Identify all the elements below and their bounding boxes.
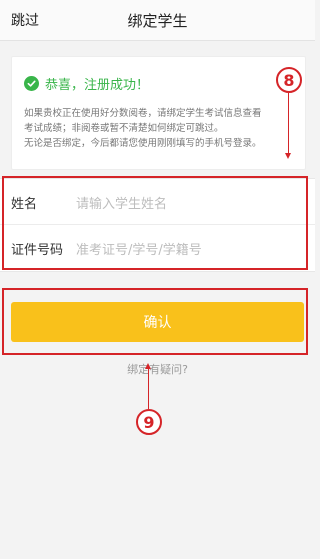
notice-line-1: 如果贵校正在使用好分数阅卷，请绑定学生考试信息查看 xyxy=(24,108,262,119)
check-circle-icon xyxy=(24,76,39,91)
annotation-box-form xyxy=(2,176,308,270)
arrow-down-icon xyxy=(285,153,291,159)
notice-text: 如果贵校正在使用好分数阅卷，请绑定学生考试信息查看 考试成绩；非阅卷或暂不清楚如… xyxy=(24,106,304,151)
page-title: 绑定学生 xyxy=(127,12,188,30)
top-nav-bar: 跳过 绑定学生 xyxy=(0,0,315,41)
success-title: 恭喜，注册成功！ xyxy=(45,78,150,93)
notice-line-2: 考试成绩；非阅卷或暂不清楚如何绑定可跳过。 xyxy=(24,123,224,134)
notice-line-3: 无论是否绑定，今后都请您使用刚刚填写的手机号登录。 xyxy=(24,138,262,149)
annotation-marker-8: 8 xyxy=(276,67,302,93)
annotation-line-8 xyxy=(288,93,289,153)
registration-notice-card: 恭喜，注册成功！ 如果贵校正在使用好分数阅卷，请绑定学生考试信息查看 考试成绩；… xyxy=(11,56,306,170)
arrow-up-icon xyxy=(145,363,151,369)
annotation-box-confirm xyxy=(2,288,308,355)
annotation-line-9 xyxy=(148,369,149,409)
annotation-marker-9: 9 xyxy=(136,409,162,435)
help-link[interactable]: 绑定有疑问? xyxy=(0,361,315,377)
success-message: 恭喜，注册成功！ xyxy=(24,74,149,93)
